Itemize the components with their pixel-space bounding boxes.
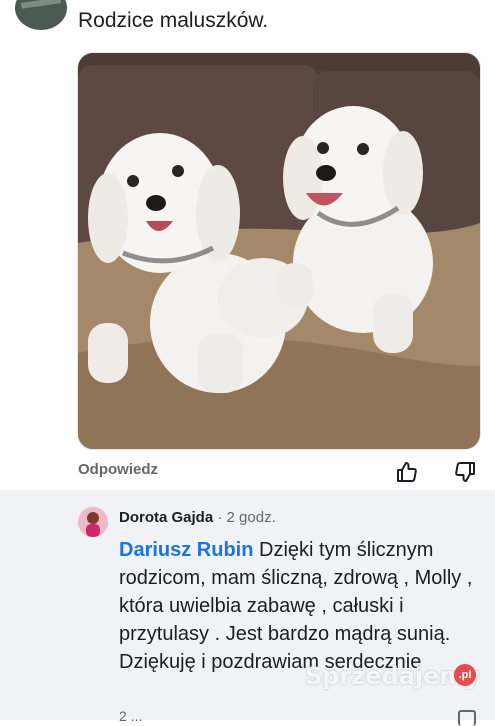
reply-author[interactable]: Dorota Gajda: [119, 509, 213, 526]
reply-body: Dariusz Rubin Dzięki tym ślicznym rodzic…: [119, 536, 479, 676]
reply-button[interactable]: Odpowiedz: [78, 461, 158, 478]
mention-link[interactable]: Dariusz Rubin: [119, 539, 253, 561]
dogs-photo: [78, 53, 480, 449]
avatar[interactable]: [15, 0, 67, 30]
thumbs-up-icon[interactable]: [395, 460, 419, 484]
comment-text: Rodzice maluszków.: [78, 9, 269, 32]
reply-separator: ·: [213, 509, 227, 526]
top-comment: Rodzice maluszków. Odpowiedz: [0, 0, 495, 490]
thumbs-down-icon[interactable]: [453, 460, 477, 484]
next-line-partial: 2 ...: [119, 708, 143, 724]
comment-photo[interactable]: [77, 52, 481, 450]
reply-header: Dorota Gajda · 2 godz.: [119, 509, 276, 527]
avatar[interactable]: [78, 507, 108, 537]
more-icon[interactable]: [458, 710, 476, 726]
watermark-badge: .pl: [454, 664, 476, 686]
reply-time: 2 godz.: [226, 509, 276, 526]
